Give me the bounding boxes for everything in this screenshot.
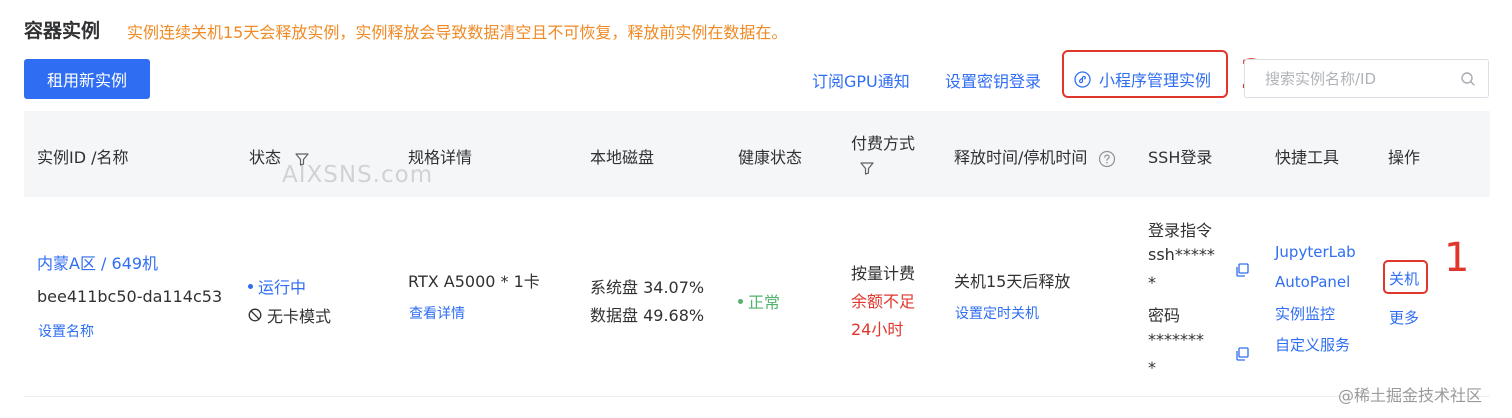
instance-id: bee411bc50-da114c53 [37, 287, 223, 306]
miniprogram-icon [1074, 70, 1091, 88]
status-dot [248, 284, 253, 289]
tool-jupyterlab[interactable]: JupyterLab [1275, 243, 1356, 261]
tool-instance-monitor[interactable]: 实例监控 [1275, 303, 1335, 324]
col-health: 健康状态 [738, 148, 803, 167]
source-credit: @稀土掘金技术社区 [1338, 386, 1483, 405]
status-running: 运行中 [248, 274, 306, 298]
copy-icon[interactable] [1234, 262, 1250, 278]
billing-type: 按量计费 [851, 264, 916, 283]
col-tools: 快捷工具 [1275, 148, 1340, 167]
ban-icon [248, 308, 262, 322]
password-label: 密码 [1148, 306, 1181, 325]
health-status: 正常 [738, 289, 780, 313]
balance-warning: 余额不足 [851, 292, 916, 311]
annotation-label-1: 1 [1444, 235, 1470, 281]
col-disk: 本地磁盘 [590, 148, 655, 167]
col-release-time: 释放时间/停机时间 [954, 144, 1116, 168]
status-running-label: 运行中 [258, 278, 307, 297]
region-machine-link[interactable]: 内蒙A区 / 649机 [37, 250, 158, 274]
search-box[interactable] [1244, 59, 1489, 98]
health-dot [738, 299, 743, 304]
miniprogram-manage-link[interactable]: 小程序管理实例 [1074, 67, 1211, 91]
spec-detail-link[interactable]: 查看详情 [409, 303, 465, 323]
ssh-command-label: 登录指令 [1148, 221, 1213, 240]
col-release-time-label: 释放时间/停机时间 [954, 148, 1088, 167]
col-actions: 操作 [1388, 148, 1421, 167]
col-id-name: 实例ID /名称 [37, 148, 129, 167]
status-mode-label: 无卡模式 [267, 307, 332, 326]
spec-text: RTX A5000 * 1卡 [408, 272, 540, 291]
copy-icon[interactable] [1234, 346, 1250, 362]
row-divider [24, 396, 1490, 397]
tool-autopanel[interactable]: AutoPanel [1275, 273, 1350, 291]
filter-icon[interactable] [859, 160, 875, 176]
question-circle-icon[interactable] [1098, 150, 1116, 168]
more-button[interactable]: 更多 [1389, 307, 1419, 328]
set-timed-shutdown-link[interactable]: 设置定时关机 [955, 303, 1039, 323]
password-value: ******* [1148, 330, 1204, 349]
watermark: AIXSNS.com [282, 162, 434, 188]
search-input[interactable] [1245, 60, 1455, 97]
data-disk: 数据盘 49.68% [590, 306, 705, 325]
set-key-login-link[interactable]: 设置密钥登录 [945, 68, 1041, 92]
col-status-label: 状态 [249, 148, 282, 167]
shutdown-button[interactable]: 关机 [1389, 268, 1419, 289]
balance-warning-hours: 24小时 [851, 320, 904, 339]
status-mode: 无卡模式 [248, 303, 331, 327]
system-disk: 系统盘 34.07% [590, 278, 705, 297]
col-ssh: SSH登录 [1148, 148, 1213, 167]
ssh-command-value: ssh***** [1148, 245, 1215, 264]
release-notice: 实例连续关机15天会释放实例，实例释放会导致数据清空且不可恢复，释放前实例在数据… [127, 23, 788, 42]
health-label: 正常 [748, 293, 781, 312]
rent-new-instance-button[interactable]: 租用新实例 [24, 59, 150, 99]
release-info: 关机15天后释放 [954, 272, 1071, 291]
subscribe-gpu-link[interactable]: 订阅GPU通知 [812, 68, 910, 92]
password-value-end: * [1148, 358, 1156, 377]
miniprogram-manage-label: 小程序管理实例 [1099, 71, 1212, 90]
ssh-command-value-end: * [1148, 273, 1156, 292]
tool-custom-service[interactable]: 自定义服务 [1275, 334, 1350, 355]
set-name-link[interactable]: 设置名称 [38, 321, 94, 341]
page-title: 容器实例 [24, 20, 101, 42]
col-billing: 付费方式 [851, 134, 916, 153]
search-icon[interactable] [1460, 71, 1476, 87]
